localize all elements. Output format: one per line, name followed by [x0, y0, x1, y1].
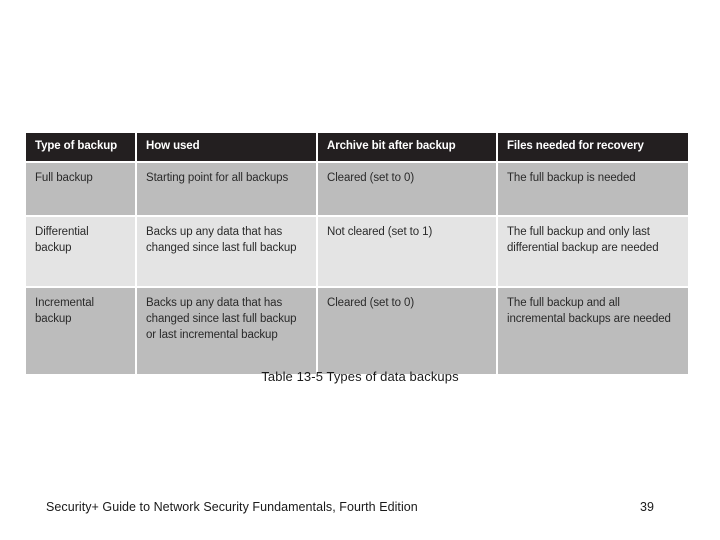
cell-archive-bit: Cleared (set to 0) [318, 163, 496, 216]
table-body: Full backup Starting point for all backu… [26, 163, 688, 375]
table-row: Incremental backup Backs up any data tha… [26, 288, 688, 375]
slide-canvas: Type of backup How used Archive bit afte… [0, 0, 720, 540]
slide-footer: Security+ Guide to Network Security Fund… [0, 500, 720, 520]
cell-type-of-backup: Differential backup [26, 217, 135, 287]
footer-page-number: 39 [640, 500, 654, 514]
cell-type-of-backup: Incremental backup [26, 288, 135, 375]
cell-archive-bit: Cleared (set to 0) [318, 288, 496, 375]
table-header-row: Type of backup How used Archive bit afte… [26, 133, 688, 162]
column-header-files-needed-for-recovery: Files needed for recovery [498, 133, 688, 162]
cell-how-used: Starting point for all backups [137, 163, 316, 216]
table-caption: Table 13-5 Types of data backups [261, 369, 459, 384]
backup-types-table: Type of backup How used Archive bit afte… [24, 131, 690, 376]
table-header: Type of backup How used Archive bit afte… [26, 133, 688, 162]
cell-how-used: Backs up any data that has changed since… [137, 217, 316, 287]
cell-archive-bit: Not cleared (set to 1) [318, 217, 496, 287]
column-header-how-used: How used [137, 133, 316, 162]
table-row: Full backup Starting point for all backu… [26, 163, 688, 216]
table-row: Differential backup Backs up any data th… [26, 217, 688, 287]
column-header-archive-bit-after-backup: Archive bit after backup [318, 133, 496, 162]
column-header-type-of-backup: Type of backup [26, 133, 135, 162]
footer-book-title: Security+ Guide to Network Security Fund… [46, 500, 418, 514]
cell-files-needed: The full backup and only last differenti… [498, 217, 688, 287]
cell-how-used: Backs up any data that has changed since… [137, 288, 316, 375]
cell-files-needed: The full backup and all incremental back… [498, 288, 688, 375]
cell-type-of-backup: Full backup [26, 163, 135, 216]
backup-types-table-figure: Type of backup How used Archive bit afte… [24, 131, 688, 376]
cell-files-needed: The full backup is needed [498, 163, 688, 216]
